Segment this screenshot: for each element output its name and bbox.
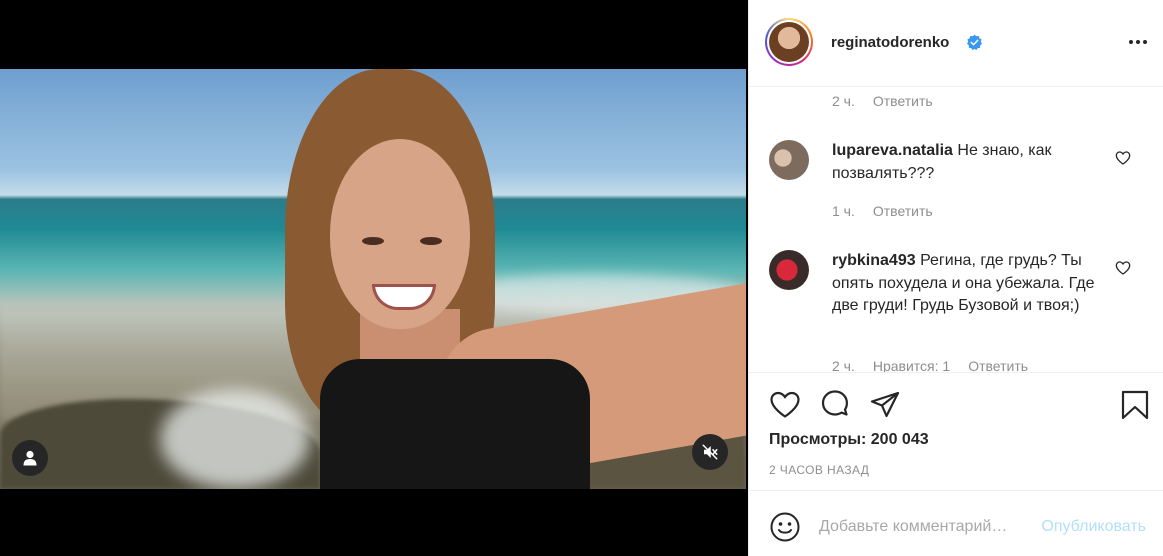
comment-meta-row: 2 ч. Нравится: 1 Ответить — [832, 358, 1028, 372]
author-avatar-inner — [767, 20, 811, 64]
post-side-panel: reginatodorenko 2 ч. Ответить lupareva.na… — [748, 0, 1163, 556]
media-area — [0, 0, 748, 556]
heart-icon[interactable] — [769, 389, 801, 421]
video-scene-eye-left — [362, 237, 384, 245]
post-timestamp[interactable]: 2 ЧАСОВ НАЗАД — [769, 463, 869, 477]
comment-input[interactable] — [819, 511, 1029, 543]
heart-icon[interactable] — [1115, 260, 1131, 276]
video-player[interactable] — [0, 69, 746, 489]
views-count[interactable]: Просмотры: 200 043 — [769, 431, 929, 449]
comment-meta-row: 1 ч. Ответить — [832, 203, 933, 219]
sound-off-icon — [702, 444, 718, 460]
comment-time: 2 ч. — [832, 93, 855, 109]
author-avatar-image — [769, 22, 809, 62]
comments-list[interactable]: 2 ч. Ответить lupareva.natalia Не знаю, к… — [749, 88, 1163, 372]
comment-text: rybkina493 Регина, где грудь? Ты опять п… — [832, 250, 1097, 318]
heart-icon[interactable] — [1115, 150, 1131, 166]
video-scene-splash — [160, 389, 310, 489]
author-avatar[interactable] — [765, 18, 813, 66]
smiley-icon[interactable] — [769, 511, 801, 543]
commenter-username[interactable]: lupareva.natalia — [832, 142, 953, 159]
reply-button[interactable]: Ответить — [968, 358, 1028, 372]
publish-button[interactable]: Опубликовать — [1041, 518, 1146, 536]
bookmark-icon[interactable] — [1119, 389, 1151, 421]
video-scene-eye-right — [420, 237, 442, 245]
paper-plane-icon[interactable] — [869, 389, 901, 421]
more-options-button[interactable] — [1126, 30, 1150, 54]
verified-badge-icon — [966, 34, 983, 51]
user-icon — [23, 450, 37, 466]
add-comment-bar: Опубликовать — [749, 490, 1163, 556]
post-header: reginatodorenko — [749, 0, 1163, 87]
more-horizontal-icon — [1129, 40, 1147, 44]
reply-button[interactable]: Ответить — [873, 203, 933, 219]
video-scene-top — [320, 359, 590, 489]
commenter-avatar[interactable] — [769, 250, 809, 290]
mute-toggle-button[interactable] — [692, 434, 728, 470]
comment-bubble-icon[interactable] — [819, 389, 851, 421]
author-username[interactable]: reginatodorenko — [831, 34, 949, 51]
comment-meta-row: 2 ч. Ответить — [832, 93, 933, 109]
tagged-users-button[interactable] — [12, 440, 48, 476]
comment-likes[interactable]: Нравится: 1 — [873, 358, 950, 372]
comment-time: 2 ч. — [832, 358, 855, 372]
comment-time: 1 ч. — [832, 203, 855, 219]
commenter-username[interactable]: rybkina493 — [832, 252, 916, 269]
commenter-avatar[interactable] — [769, 140, 809, 180]
comment-text: lupareva.natalia Не знаю, как позвалять?… — [832, 140, 1097, 185]
post-actions: Просмотры: 200 043 2 ЧАСОВ НАЗАД — [749, 372, 1163, 490]
reply-button[interactable]: Ответить — [873, 93, 933, 109]
